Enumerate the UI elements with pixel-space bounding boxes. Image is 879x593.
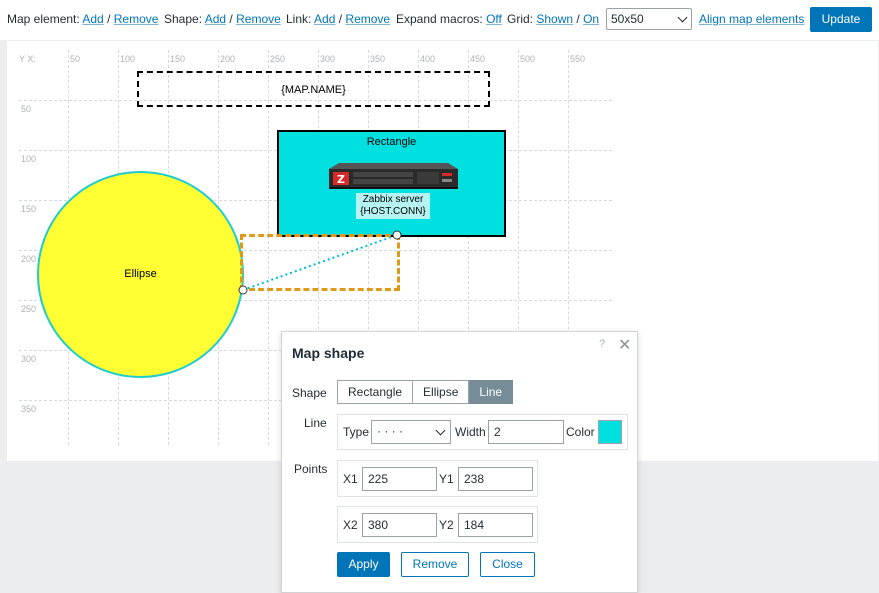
grid-size-value: 50x50 (611, 12, 644, 26)
line-start-handle[interactable] (238, 285, 248, 295)
expand-macros-control: Expand macros: Off (396, 12, 502, 26)
line-color-swatch[interactable] (598, 420, 622, 444)
link-controls: Link: Add / Remove (286, 12, 390, 26)
shape-label: Shape: (164, 12, 203, 26)
line-type-value: · · · · (377, 424, 403, 438)
separator: / (576, 12, 580, 26)
line-options-group: Type · · · · Width 2 Color (337, 414, 628, 450)
points-field-label: Points (294, 462, 328, 476)
shape-controls: Shape: Add / Remove (164, 12, 281, 26)
shape-field-label: Shape (292, 386, 327, 400)
y1-label: Y1 (439, 472, 454, 486)
grid-shown-toggle[interactable]: Shown (536, 12, 573, 26)
map-shape-dialog: Map shape ? ✕ Shape Rectangle Ellipse Li… (281, 331, 638, 593)
x2-input[interactable]: 380 (362, 513, 437, 537)
update-button[interactable]: Update (810, 7, 872, 32)
expand-macros-label: Expand macros: (396, 12, 483, 26)
shape-option-ellipse[interactable]: Ellipse (413, 380, 470, 404)
dotted-line-shape[interactable] (242, 234, 398, 291)
grid-size-select[interactable]: 50x50 (606, 8, 692, 30)
add-link-link[interactable]: Add (314, 12, 335, 26)
shape-option-rectangle[interactable]: Rectangle (337, 380, 414, 404)
x2-label: X2 (343, 518, 358, 532)
grid-auto-align-toggle[interactable]: On (583, 12, 599, 26)
x1-label: X1 (343, 472, 358, 486)
line-field-label: Line (304, 416, 327, 430)
y1-input[interactable]: 238 (458, 467, 533, 491)
y2-input[interactable]: 184 (458, 513, 533, 537)
apply-button[interactable]: Apply (337, 552, 390, 577)
dialog-title: Map shape (292, 345, 365, 361)
type-label: Type (343, 425, 370, 439)
line-end-handle[interactable] (392, 230, 402, 240)
line-type-select[interactable]: · · · · (371, 420, 451, 444)
shape-type-selector: Rectangle Ellipse Line (337, 380, 514, 404)
grid-label: Grid: (507, 12, 534, 26)
link-label: Link: (286, 12, 312, 26)
close-button[interactable]: Close (480, 552, 535, 577)
width-label: Width (455, 425, 486, 439)
add-element-link[interactable]: Add (82, 12, 103, 26)
map-element-label: Map element: (7, 12, 80, 26)
point-1-group: X1 225 Y1 238 (337, 460, 538, 497)
help-icon[interactable]: ? (599, 338, 605, 350)
separator: / (338, 12, 343, 26)
separator: / (229, 12, 233, 26)
chevron-down-icon (435, 425, 446, 436)
remove-button[interactable]: Remove (401, 552, 469, 577)
point-2-group: X2 380 Y2 184 (337, 506, 538, 543)
grid-controls: Grid: Shown / On (507, 12, 599, 26)
close-icon[interactable]: ✕ (618, 335, 631, 355)
map-element-controls: Map element: Add / Remove (7, 12, 158, 26)
align-map-elements-link[interactable]: Align map elements (699, 12, 804, 26)
remove-element-link[interactable]: Remove (114, 12, 159, 26)
map-toolbar: Map element: Add / Remove Shape: Add / R… (0, 0, 879, 40)
separator: / (107, 12, 111, 26)
remove-link-link[interactable]: Remove (345, 12, 390, 26)
color-label: Color (566, 425, 595, 439)
shape-option-line[interactable]: Line (469, 380, 514, 404)
remove-shape-link[interactable]: Remove (236, 12, 281, 26)
line-width-input[interactable]: 2 (488, 420, 564, 444)
add-shape-link[interactable]: Add (205, 12, 226, 26)
chevron-down-icon (677, 12, 688, 23)
x1-input[interactable]: 225 (362, 467, 437, 491)
y2-label: Y2 (439, 518, 454, 532)
align-control: Align map elements (699, 12, 804, 26)
expand-macros-toggle[interactable]: Off (486, 12, 502, 26)
